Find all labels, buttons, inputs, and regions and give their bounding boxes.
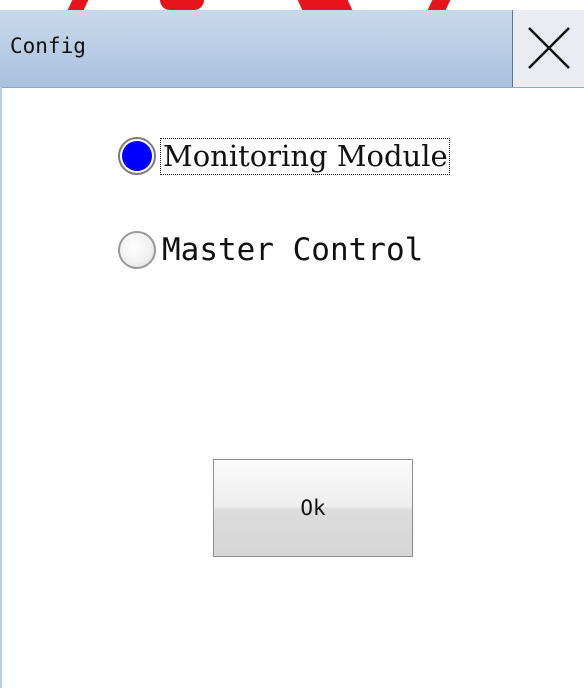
red-mark-3 xyxy=(297,0,353,10)
window-title: Config xyxy=(10,34,86,58)
close-button[interactable] xyxy=(512,10,584,87)
red-mark-2 xyxy=(160,0,204,10)
radio-label-monitoring-module: Monitoring Module xyxy=(160,137,450,175)
title-bar: Config xyxy=(0,10,584,88)
radio-monitoring-module[interactable]: Monitoring Module xyxy=(118,137,450,175)
close-icon xyxy=(528,27,570,69)
radio-unselected-indicator[interactable] xyxy=(118,231,156,269)
radio-selected-indicator[interactable] xyxy=(118,137,156,175)
window-left-border xyxy=(0,87,2,688)
ok-button[interactable]: Ok xyxy=(213,459,413,557)
radio-label-master-control: Master Control xyxy=(162,231,424,268)
radio-master-control[interactable]: Master Control xyxy=(118,231,423,269)
config-dialog: Config Monitoring Module Master Control … xyxy=(0,0,584,688)
red-mark-4 xyxy=(427,0,451,10)
ok-button-label: Ok xyxy=(300,496,326,520)
red-mark-1 xyxy=(67,0,89,10)
